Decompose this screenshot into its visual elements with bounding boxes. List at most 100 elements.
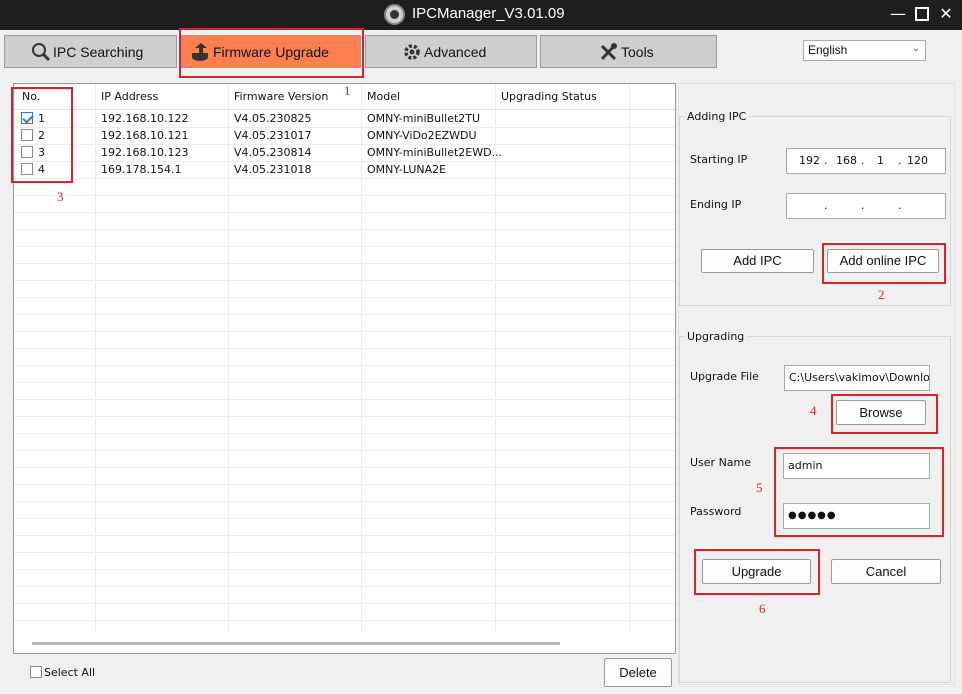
cell-ip: 192.168.10.123 [101,146,189,159]
ip-dot: . [824,154,828,167]
column-header-firmware[interactable]: Firmware Version [234,90,328,103]
ip-octet-4: 120 [907,154,928,167]
row-divider [14,586,675,587]
annotation-box-6 [694,549,820,595]
device-table[interactable]: No. IP Address Firmware Version Model Up… [13,83,676,654]
annotation-box-4 [831,394,938,434]
cell-firmware: V4.05.230814 [234,146,312,159]
cell-model: OMNY-ViDo2EZWDU [367,129,477,142]
language-value: English [808,43,848,57]
cell-model: OMNY-miniBullet2EWD... [367,146,503,159]
cell-firmware: V4.05.231017 [234,129,312,142]
tab-advanced[interactable]: Advanced [365,35,537,68]
row-divider [14,365,675,366]
annotation-box-1 [179,28,364,78]
language-select[interactable]: English ⌄ [803,40,926,61]
tab-label: Advanced [424,44,487,60]
starting-ip-field[interactable]: 192 . 168 . 1 . 120 [786,148,946,174]
delete-button[interactable]: Delete [604,658,672,687]
horizontal-scrollbar[interactable] [32,642,560,645]
row-divider [14,569,675,570]
camera-app-icon [384,4,405,25]
column-divider [361,84,362,632]
column-header-ip[interactable]: IP Address [101,90,158,103]
row-divider [14,552,675,553]
annotation-box-3 [11,87,73,183]
row-divider [14,297,675,298]
ip-octet-2: 168 [836,154,857,167]
tab-ipc-searching[interactable]: IPC Searching [4,35,177,68]
row-divider [14,484,675,485]
annotation-number-4: 4 [810,403,817,418]
row-divider [14,212,675,213]
annotation-number-3: 3 [57,189,64,204]
close-icon[interactable]: ✕ [936,4,956,24]
column-header-model[interactable]: Model [367,90,400,103]
select-all-checkbox[interactable] [30,666,42,678]
row-divider [14,382,675,383]
ip-octet-3: 1 [877,154,884,167]
column-divider [95,84,96,632]
tab-label: IPC Searching [53,44,144,60]
user-name-label: User Name [690,456,752,469]
row-divider [14,127,675,128]
row-divider [14,314,675,315]
row-divider [14,246,675,247]
row-divider [14,178,675,179]
ending-ip-label: Ending IP [690,198,742,211]
cancel-button[interactable]: Cancel [831,559,941,584]
ending-ip-field[interactable]: . . . [786,193,946,219]
ip-dot: . [824,199,828,212]
adding-ipc-title: Adding IPC [685,110,749,123]
row-divider [14,229,675,230]
password-label: Password [690,505,742,518]
upgrade-file-value: C:\Users\vakimov\Downloads [789,371,929,384]
row-divider [14,263,675,264]
row-divider [14,501,675,502]
ip-dot: . [898,199,902,212]
row-divider [14,416,675,417]
cell-firmware: V4.05.230825 [234,112,312,125]
tools-icon [600,43,617,61]
magnifier-icon [32,43,51,62]
add-ipc-button[interactable]: Add IPC [701,249,814,273]
column-divider [495,84,496,632]
row-divider [14,603,675,604]
upgrade-file-field[interactable]: C:\Users\vakimov\Downloads [784,365,930,391]
row-divider [14,467,675,468]
cell-model: OMNY-miniBullet2TU [367,112,481,125]
cell-ip: 192.168.10.122 [101,112,189,125]
title-bar: IPCManager_V3.01.09 — ✕ [0,0,962,30]
annotation-box-2 [822,243,946,284]
row-divider [14,433,675,434]
column-divider [629,84,630,632]
upgrading-title: Upgrading [685,330,747,343]
maximize-icon[interactable] [912,4,932,24]
row-divider [14,280,675,281]
row-divider [14,144,675,145]
row-divider [14,450,675,451]
starting-ip-label: Starting IP [690,153,748,166]
row-divider [14,331,675,332]
cell-model: OMNY-LUNA2E [367,163,447,176]
minimize-icon[interactable]: — [888,4,908,24]
column-header-status[interactable]: Upgrading Status [501,90,597,103]
cell-ip: 192.168.10.121 [101,129,189,142]
ip-dot: . [898,154,902,167]
row-divider [14,620,675,621]
ip-dot: . [861,199,865,212]
tab-label: Tools [621,44,654,60]
upgrade-file-label: Upgrade File [690,370,759,383]
annotation-number-5: 5 [756,480,763,495]
cell-ip: 169.178.154.1 [101,163,182,176]
chevron-down-icon: ⌄ [911,43,920,54]
annotation-box-5 [774,447,944,537]
row-divider [14,535,675,536]
row-divider [14,348,675,349]
tab-tools[interactable]: Tools [540,35,717,68]
ip-dot: . [861,154,865,167]
cell-firmware: V4.05.231018 [234,163,312,176]
ip-octet-1: 192 [799,154,820,167]
gears-icon [404,44,420,60]
select-all-label: Select All [44,666,96,679]
